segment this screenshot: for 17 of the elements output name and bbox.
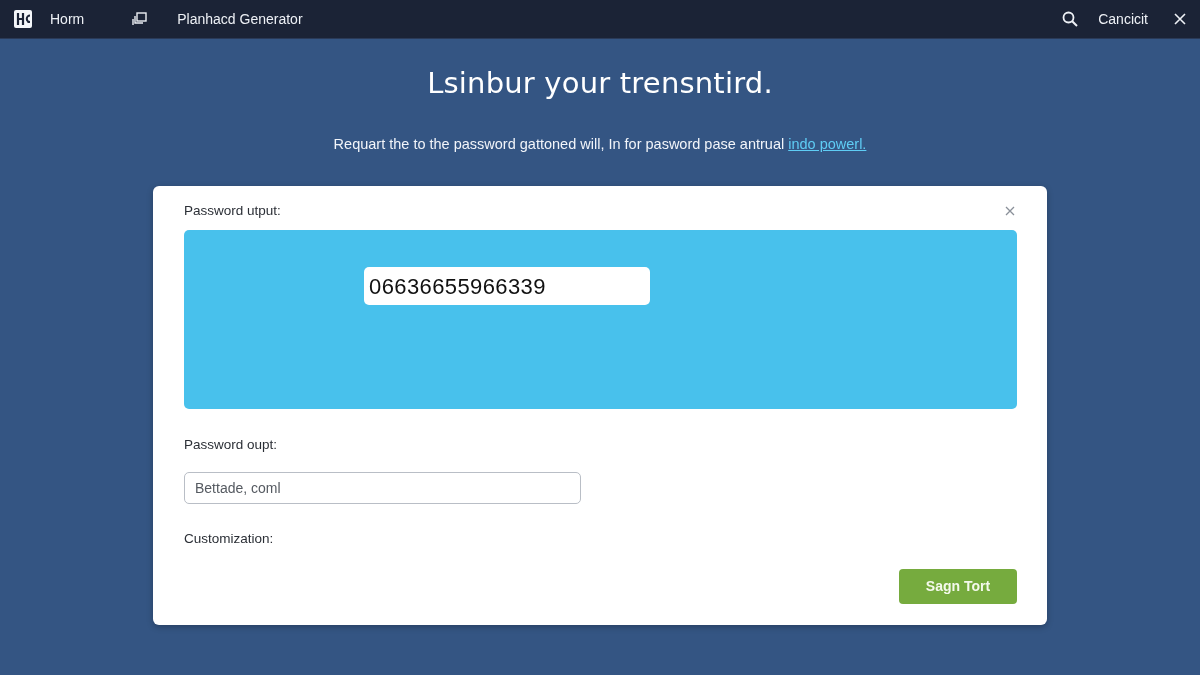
search-icon[interactable] xyxy=(1062,11,1079,27)
intro-text: Requart the to the password gattoned will, In for pasword pase antrual indo powerl. xyxy=(333,134,867,154)
logo-icon[interactable] xyxy=(12,8,34,30)
account-link[interactable]: Cancicit xyxy=(1098,8,1148,30)
field-label: Password oupt: xyxy=(184,435,278,454)
section-label: Customization: xyxy=(184,530,274,549)
home-link[interactable]: Horm xyxy=(50,8,85,30)
field-label: Password utput: xyxy=(184,201,281,220)
app-title: Planhacd Generator xyxy=(177,9,303,29)
intro-link[interactable]: indo powerl. xyxy=(788,135,867,152)
page-heading: Lsinbur your trensntird. xyxy=(427,66,773,101)
input-field[interactable]: Bettade, coml xyxy=(184,472,581,505)
close-icon xyxy=(1005,205,1015,216)
close-icon[interactable] xyxy=(1174,13,1186,25)
windows-icon[interactable] xyxy=(132,12,148,26)
password-output-field[interactable]: 06636655966339 xyxy=(364,266,650,305)
close-button[interactable] xyxy=(1005,204,1017,217)
